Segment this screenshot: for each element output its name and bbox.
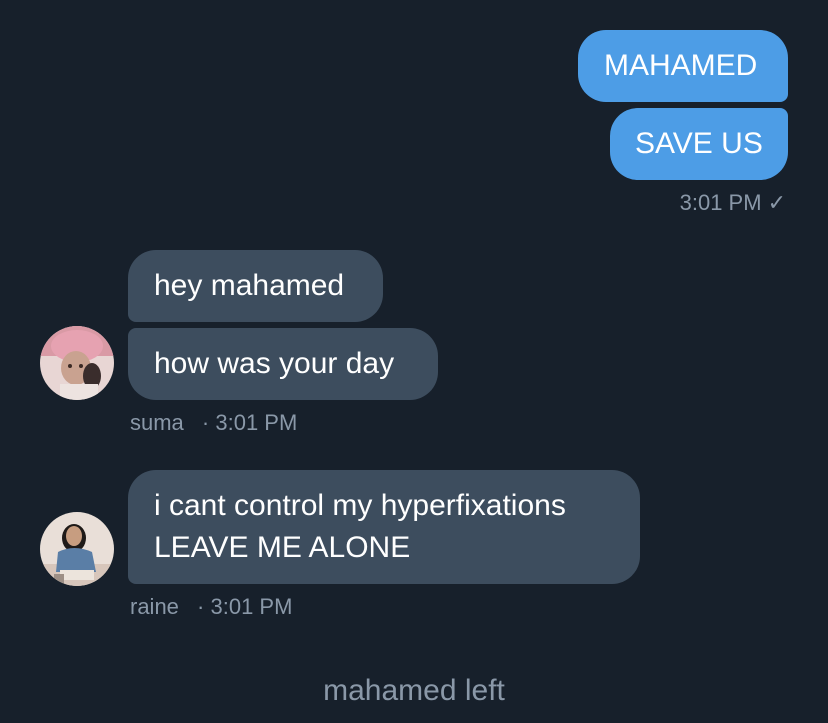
avatar-raine[interactable] — [40, 512, 114, 586]
message-text: hey mahamed — [154, 269, 345, 302]
meta-separator: · — [197, 594, 205, 619]
avatar-suma[interactable] — [40, 326, 114, 400]
outgoing-message-bubble[interactable]: MAHAMED — [578, 30, 788, 102]
message-text: how was your day — [154, 347, 395, 380]
timestamp: 3:01 PM — [215, 410, 298, 435]
incoming-message-bubble[interactable]: how was your day — [128, 328, 438, 400]
message-text: LEAVE ME ALONE — [154, 531, 411, 564]
message-text: MAHAMED — [604, 49, 758, 82]
outgoing-timestamp: 3:01 PM ✓ — [680, 190, 786, 216]
outgoing-message-bubble[interactable]: SAVE US — [610, 108, 788, 180]
avatar-image — [40, 512, 114, 586]
sent-check-icon: ✓ — [767, 190, 786, 215]
sender-name[interactable]: raine — [130, 594, 179, 619]
message-text: SAVE US — [635, 127, 763, 160]
message-thread: MAHAMED SAVE US 3:01 PM ✓ hey mahamed how… — [0, 0, 828, 723]
system-message: mahamed left — [323, 674, 505, 707]
timestamp: 3:01 PM — [210, 594, 293, 619]
meta-separator: · — [201, 410, 210, 435]
incoming-message-bubble[interactable]: i cant control my hyperfixations LEAVE M… — [128, 470, 640, 584]
incoming-meta: raine · 3:01 PM — [130, 594, 292, 620]
incoming-meta: suma · 3:01 PM — [130, 410, 297, 436]
sender-name[interactable]: suma — [130, 410, 184, 435]
message-text: i cant control my hyperfixations — [154, 489, 566, 522]
incoming-message-bubble[interactable]: hey mahamed — [128, 250, 383, 322]
timestamp: 3:01 PM — [679, 190, 762, 215]
avatar-image — [40, 326, 114, 400]
